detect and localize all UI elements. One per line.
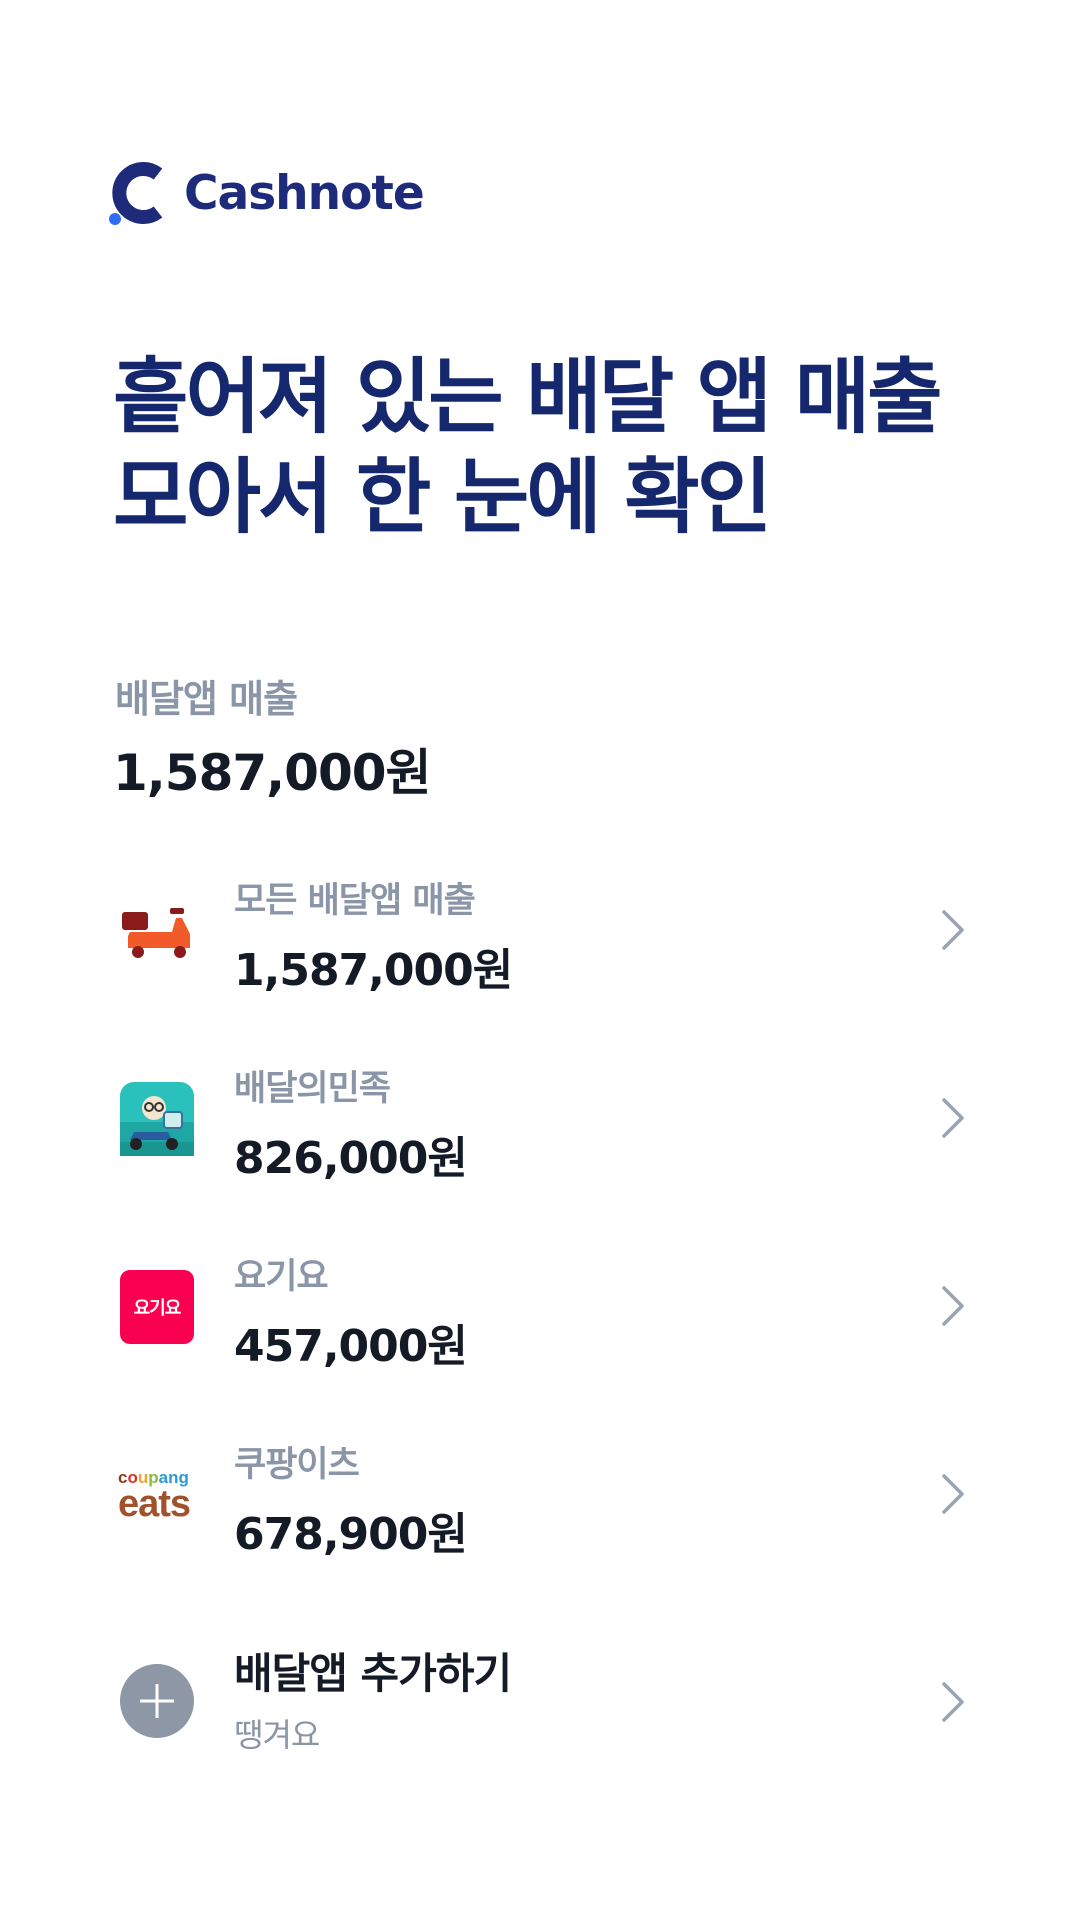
app-name: 배달의민족 (234, 1069, 391, 1109)
app-amount: 457,000원 (234, 1321, 468, 1372)
delivery-sales-screen: Cashnote 흩어져 있는 배달 앱 매출 모아서 한 눈에 확인 배달앱 … (0, 0, 1080, 1908)
app-amount: 678,900원 (234, 1509, 468, 1560)
chevron-right-icon (942, 1474, 964, 1514)
chevron-right-icon (942, 910, 964, 950)
cashnote-logo: Cashnote (108, 160, 425, 226)
app-row-baemin[interactable]: 배달의민족 826,000원 (0, 1046, 1080, 1234)
summary-amount: 1,587,000원 (113, 744, 432, 802)
baemin-app-icon (120, 1082, 194, 1156)
coupang-eats-logo: coupang eats (118, 1458, 204, 1532)
yogiyo-app-icon: 요기요 (120, 1270, 194, 1344)
add-app-title: 배달앱 추가하기 (234, 1649, 512, 1698)
yogiyo-icon-text: 요기요 (133, 1298, 182, 1319)
app-row-all[interactable]: 모든 배달앱 매출 1,587,000원 (0, 858, 1080, 1046)
delivery-app-list: 모든 배달앱 매출 1,587,000원 배달의민족 826,000원 요기요 … (0, 858, 1080, 1610)
plus-icon (120, 1664, 194, 1738)
app-row-coupang-eats[interactable]: coupang eats 쿠팡이츠 678,900원 (0, 1422, 1080, 1610)
headline-line-1: 흩어져 있는 배달 앱 매출 (113, 350, 943, 445)
cashnote-c-icon (109, 162, 163, 225)
eats-wordmark: eats (118, 1483, 191, 1525)
app-name: 요기요 (234, 1257, 329, 1297)
summary-label: 배달앱 매출 (115, 677, 298, 721)
scooter-icon (120, 894, 194, 968)
add-app-subtitle: 땡겨요 (234, 1716, 320, 1754)
chevron-right-icon (942, 1286, 964, 1326)
add-delivery-app-row[interactable]: 배달앱 추가하기 땡겨요 (0, 1640, 1080, 1790)
app-amount: 1,587,000원 (234, 945, 513, 996)
chevron-right-icon (942, 1098, 964, 1138)
app-row-yogiyo[interactable]: 요기요 요기요 457,000원 (0, 1234, 1080, 1422)
page-headline: 흩어져 있는 배달 앱 매출 모아서 한 눈에 확인 (113, 348, 1013, 548)
chevron-right-icon (942, 1682, 964, 1722)
headline-line-2: 모아서 한 눈에 확인 (113, 450, 772, 545)
app-name: 모든 배달앱 매출 (234, 881, 476, 921)
brand-name: Cashnote (184, 165, 425, 221)
app-amount: 826,000원 (234, 1133, 468, 1184)
app-name: 쿠팡이츠 (234, 1445, 360, 1485)
